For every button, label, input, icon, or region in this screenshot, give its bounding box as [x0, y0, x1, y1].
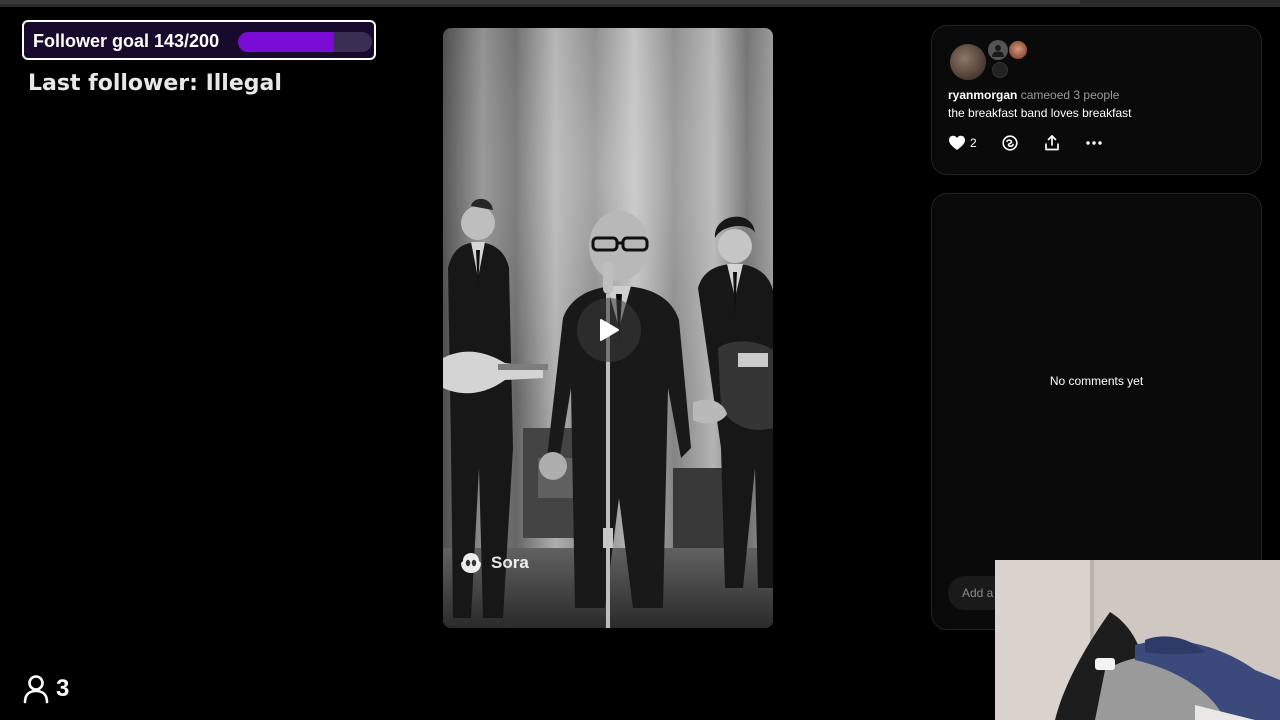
- like-button[interactable]: 2: [948, 134, 977, 152]
- stream-page: Follower goal 143/200 Last follower: Ill…: [0, 0, 1280, 720]
- last-follower-text: Last follower: Illegal: [28, 71, 282, 96]
- post-actions: 2: [948, 134, 1127, 152]
- sora-watermark: Sora: [459, 552, 529, 574]
- avatar-placeholder[interactable]: [988, 40, 1008, 60]
- follower-goal-progress-track: [238, 32, 372, 52]
- browser-top-highlight: [0, 0, 1080, 4]
- more-icon: [1085, 141, 1102, 145]
- more-button[interactable]: [1085, 134, 1103, 152]
- post-caption: the breakfast band loves breakfast: [948, 106, 1132, 120]
- follower-goal-label: Follower goal 143/200: [33, 31, 220, 51]
- play-icon: [600, 319, 619, 341]
- share-button[interactable]: [1043, 134, 1061, 152]
- no-comments-text: No comments yet: [1049, 374, 1144, 388]
- viewer-count-number: 3: [56, 675, 70, 702]
- post-info-card: ryanmorgan cameoed 3 people the breakfas…: [931, 25, 1262, 175]
- browser-top-strip: [0, 0, 1280, 7]
- follower-goal-widget: Follower goal 143/200: [22, 20, 376, 60]
- webcam-feed: [995, 560, 1280, 720]
- post-username[interactable]: ryanmorgan: [948, 88, 1017, 102]
- user-placeholder-icon: [992, 45, 1004, 57]
- sora-logo-icon: [461, 553, 481, 573]
- like-count: 2: [970, 136, 977, 150]
- post-attribution: ryanmorgan cameoed 3 people: [948, 88, 1119, 102]
- play-button[interactable]: [577, 298, 641, 362]
- avatar[interactable]: [992, 62, 1008, 78]
- follower-goal-progress-fill: [238, 32, 334, 52]
- remix-button[interactable]: [1001, 134, 1019, 152]
- post-meta: cameoed 3 people: [1020, 88, 1120, 102]
- sora-watermark-text: Sora: [491, 553, 529, 572]
- webcam-overlay: [995, 560, 1280, 720]
- remix-icon: [1002, 135, 1018, 151]
- share-icon: [1044, 135, 1059, 151]
- heart-icon: [949, 135, 965, 150]
- avatar[interactable]: [948, 42, 988, 82]
- cameo-avatars[interactable]: [948, 40, 1048, 82]
- video-player[interactable]: Sora: [443, 28, 773, 628]
- viewer-count: 3: [22, 674, 69, 704]
- person-icon: [23, 675, 49, 704]
- avatar[interactable]: [1008, 40, 1028, 60]
